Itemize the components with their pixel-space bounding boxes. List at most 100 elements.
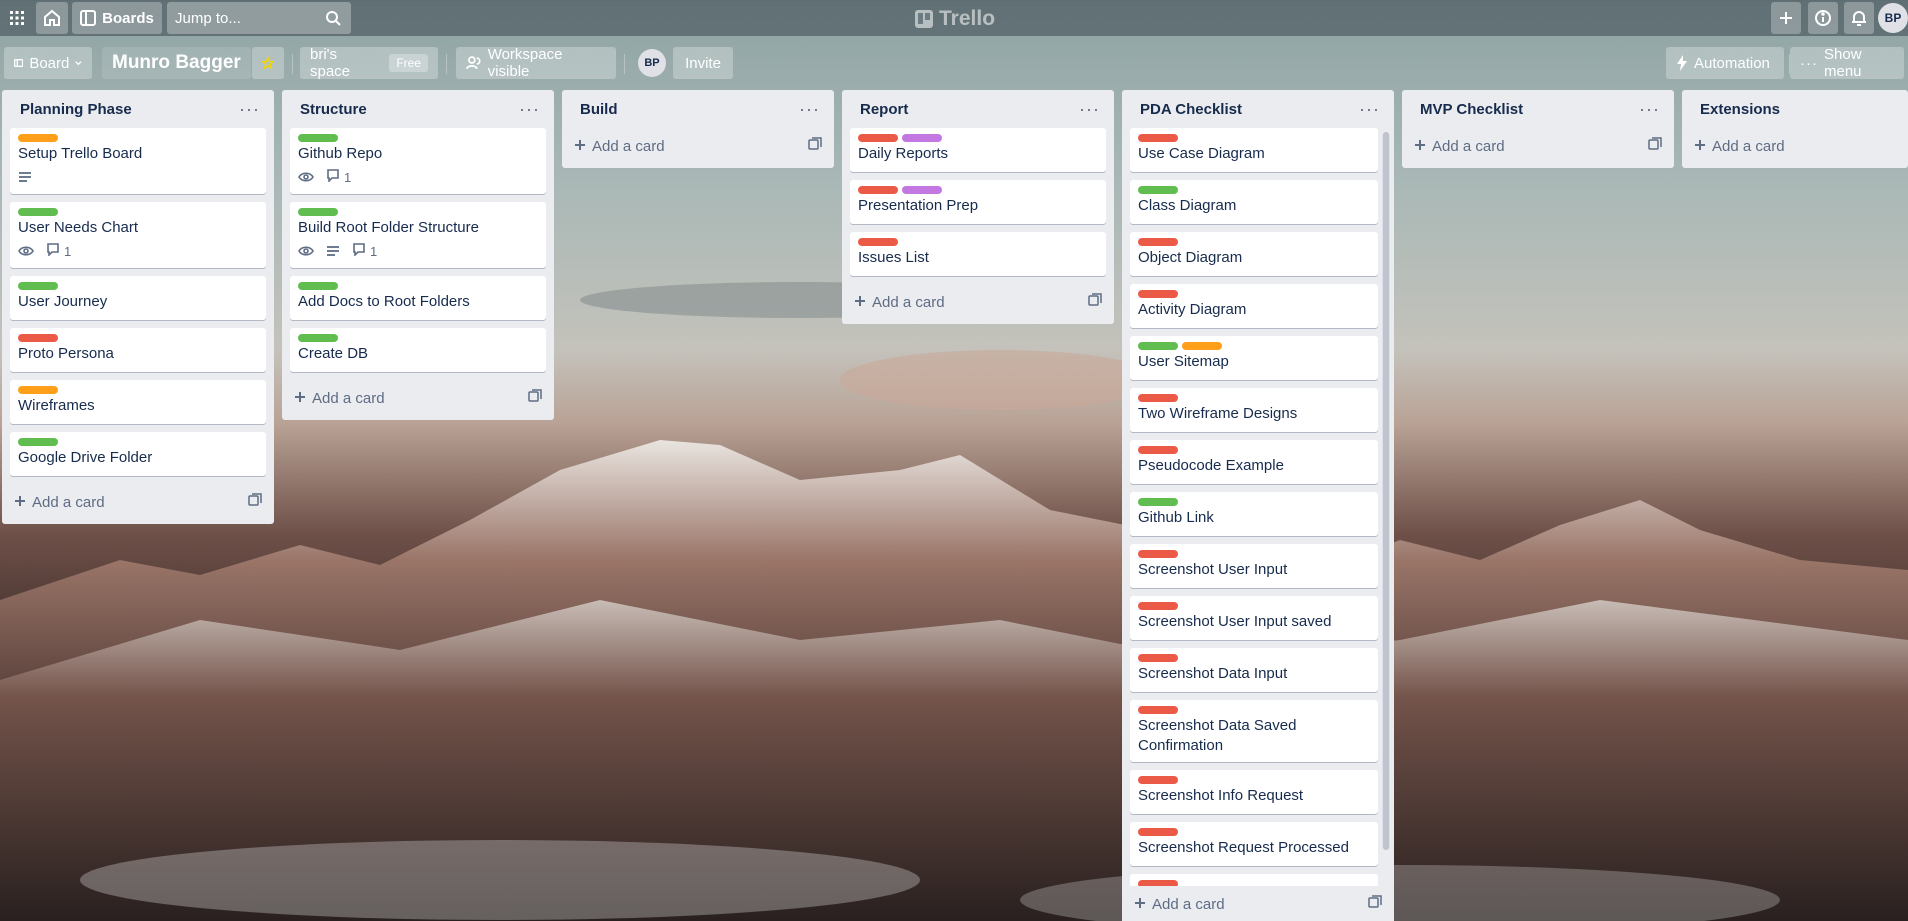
apps-grid-icon[interactable] [2,2,32,34]
list-header[interactable]: Structure ··· [290,90,546,128]
list-menu-icon[interactable]: ··· [1359,100,1380,118]
notifications-button[interactable] [1844,2,1874,34]
label-green[interactable] [298,282,338,290]
label-red[interactable] [1138,550,1178,558]
label-orange[interactable] [1182,342,1222,350]
label-purple[interactable] [902,186,942,194]
card[interactable]: Add Docs to Root Folders [290,276,546,320]
label-red[interactable] [1138,776,1178,784]
star-button[interactable] [252,47,284,79]
label-red[interactable] [1138,290,1178,298]
board-view-switcher[interactable]: Board [4,47,92,79]
list-header[interactable]: PDA Checklist ··· [1130,90,1386,128]
add-card-button[interactable]: Add a card [290,380,546,416]
card[interactable]: Screenshot User Input [1130,544,1378,588]
label-red[interactable] [1138,602,1178,610]
label-green[interactable] [18,282,58,290]
label-red[interactable] [18,334,58,342]
label-green[interactable] [18,438,58,446]
add-card-button[interactable]: Add a card [1130,886,1386,921]
card[interactable]: Screenshot User Input saved [1130,596,1378,640]
list-scrollbar[interactable] [1382,132,1390,850]
label-red[interactable] [858,238,898,246]
invite-button[interactable]: Invite [673,47,733,79]
label-green[interactable] [1138,498,1178,506]
card[interactable]: Setup Trello Board [10,128,266,194]
user-avatar[interactable]: BP [1878,3,1908,33]
board-title[interactable]: Munro Bagger [102,47,251,79]
label-purple[interactable] [902,134,942,142]
card[interactable]: Activity Diagram [1130,284,1378,328]
add-card-button[interactable]: Add a card [570,128,826,164]
card[interactable]: Screenshot Request Processed [1130,822,1378,866]
list-menu-icon[interactable]: ··· [239,100,260,118]
card[interactable]: Pseudocode Example [1130,440,1378,484]
list-menu-icon[interactable]: ··· [799,100,820,118]
card[interactable]: User Journey [10,276,266,320]
card[interactable]: User Sitemap [1130,336,1378,380]
list-title[interactable]: MVP Checklist [1420,101,1523,118]
card[interactable]: Screenshot Data Input [1130,648,1378,692]
show-menu-button[interactable]: ··· Show menu [1790,46,1904,80]
label-orange[interactable] [18,386,58,394]
create-from-template-icon[interactable] [528,389,542,407]
label-green[interactable] [298,334,338,342]
label-red[interactable] [1138,828,1178,836]
scrollbar-thumb[interactable] [1383,132,1389,850]
search-input[interactable]: Jump to... [167,2,351,34]
card[interactable]: Object Diagram [1130,232,1378,276]
create-from-template-icon[interactable] [248,493,262,511]
label-green[interactable] [1138,186,1178,194]
add-card-button[interactable]: Add a card [1690,128,1900,164]
workspace-button[interactable]: bri's space Free [300,46,438,80]
card[interactable]: Github Link [1130,492,1378,536]
label-red[interactable] [858,134,898,142]
card[interactable]: Use Case Diagram [1130,128,1378,172]
home-button[interactable] [36,2,68,34]
visibility-button[interactable]: Workspace visible [456,46,616,80]
card[interactable]: Create DB [290,328,546,372]
list-title[interactable]: Build [580,101,618,118]
trello-logo[interactable]: Trello [915,7,995,31]
card[interactable]: User Needs Chart 1 [10,202,266,268]
automation-button[interactable]: Automation [1666,47,1784,79]
list-title[interactable]: Extensions [1700,101,1780,118]
card[interactable]: Two Wireframe Designs [1130,388,1378,432]
label-red[interactable] [858,186,898,194]
list-title[interactable]: PDA Checklist [1140,101,1242,118]
list-header[interactable]: Build ··· [570,90,826,128]
info-button[interactable] [1808,2,1838,34]
add-card-button[interactable]: Add a card [850,284,1106,320]
label-orange[interactable] [18,134,58,142]
list-title[interactable]: Planning Phase [20,101,132,118]
label-red[interactable] [1138,134,1178,142]
list-menu-icon[interactable]: ··· [519,100,540,118]
label-green[interactable] [298,208,338,216]
create-from-template-icon[interactable] [1368,895,1382,913]
list-menu-icon[interactable]: ··· [1079,100,1100,118]
list-title[interactable]: Structure [300,101,367,118]
list-menu-icon[interactable]: ··· [1639,100,1660,118]
card[interactable]: Screenshot Info Request [1130,770,1378,814]
card[interactable]: Proto Persona [10,328,266,372]
label-red[interactable] [1138,394,1178,402]
card[interactable]: Screenshot Data Saved Confirmation [1130,700,1378,762]
card[interactable]: Daily Reports [850,128,1106,172]
label-red[interactable] [1138,654,1178,662]
list-header[interactable]: Planning Phase ··· [10,90,266,128]
add-card-button[interactable]: Add a card [10,484,266,520]
card[interactable]: Wireframes [10,380,266,424]
list-header[interactable]: Report ··· [850,90,1106,128]
card[interactable]: Class Diagram [1130,180,1378,224]
label-green[interactable] [298,134,338,142]
create-from-template-icon[interactable] [808,137,822,155]
card[interactable]: Github Repo 1 [290,128,546,194]
list-title[interactable]: Report [860,101,908,118]
list-header[interactable]: Extensions [1690,90,1900,128]
label-red[interactable] [1138,446,1178,454]
member-avatar[interactable]: BP [638,49,666,77]
card[interactable]: Presentation Prep [850,180,1106,224]
create-from-template-icon[interactable] [1648,137,1662,155]
card[interactable]: Build Root Folder Structure 1 [290,202,546,268]
label-green[interactable] [1138,342,1178,350]
